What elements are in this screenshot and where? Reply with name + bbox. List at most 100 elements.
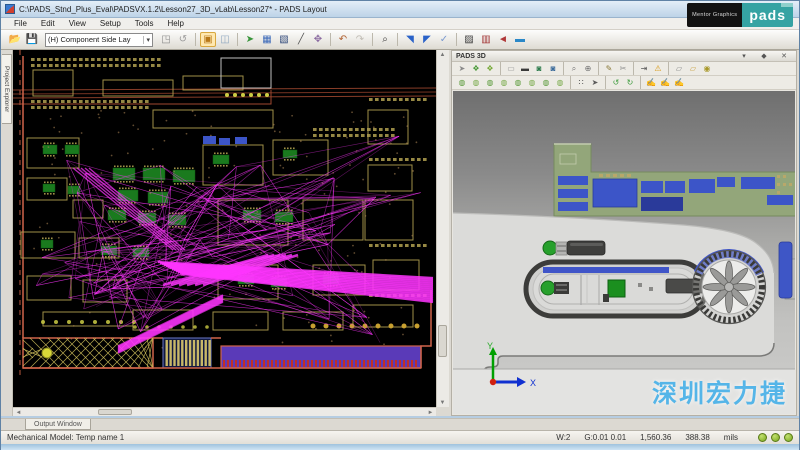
macro-icon[interactable]: ▥ [478, 32, 494, 47]
3d-scene: Y X [453, 91, 795, 414]
menu-file[interactable]: File [7, 19, 34, 28]
menu-edit[interactable]: Edit [34, 19, 62, 28]
layer-selector[interactable]: (H) Component Side Lay ▾ [45, 33, 153, 47]
toolbar-separator [397, 33, 398, 46]
3d-viewport[interactable]: Y X 深圳宏力捷 [453, 91, 795, 414]
app-icon [5, 4, 15, 14]
highlight-icon[interactable]: ◤ [419, 32, 435, 47]
fit-points-icon[interactable]: ∷ [574, 77, 588, 89]
capture-side-icon[interactable]: ✍ [658, 77, 672, 89]
zoom-window-icon[interactable]: ⌕ [567, 63, 581, 75]
pads-logo: pads [742, 3, 793, 27]
left-dock-strip: Project Explorer [1, 50, 13, 416]
move-mode-icon[interactable]: ✥ [310, 32, 326, 47]
open-icon[interactable]: 📂 [7, 32, 23, 47]
panel-menu-icon[interactable]: ▾ [736, 49, 752, 64]
rotate-ccw-icon[interactable]: ↺ [609, 77, 623, 89]
pads-logo-tab [781, 3, 793, 7]
add-route-icon[interactable]: ╱ [293, 32, 309, 47]
pin-icon[interactable]: ◆ [756, 49, 772, 64]
show-enclosure-icon[interactable]: ◙ [532, 63, 546, 75]
rotate-cw-icon[interactable]: ↻ [623, 77, 637, 89]
link-3d-icon[interactable]: ▬ [512, 32, 528, 47]
select-icon[interactable]: ➤ [455, 63, 469, 75]
layer-selector-arrow[interactable]: ▾ [143, 36, 150, 44]
status-led [784, 433, 793, 442]
view-iso-icon[interactable]: ◍ [539, 77, 553, 89]
view-front-icon[interactable]: ◍ [455, 77, 469, 89]
toolbar-separator [605, 76, 606, 89]
menu-help[interactable]: Help [160, 19, 190, 28]
menu-setup[interactable]: Setup [93, 19, 128, 28]
menu-tools[interactable]: Tools [128, 19, 161, 28]
board-top-view-icon[interactable]: ❖ [469, 63, 483, 75]
scroll-left-arrow[interactable]: ◄ [13, 408, 24, 417]
scroll-right-arrow[interactable]: ► [425, 408, 436, 417]
photoview-icon[interactable]: ▧ [276, 32, 292, 47]
measure-icon[interactable]: ✎ [602, 63, 616, 75]
snapshot-icon[interactable]: ▱ [686, 63, 700, 75]
toolbar-separator [195, 33, 196, 46]
undo-icon[interactable]: ↶ [335, 32, 351, 47]
toolbar-separator [500, 62, 501, 75]
dimensioning-toolbar-icon[interactable]: ◫ [217, 32, 233, 47]
window-bottom-border [1, 444, 799, 450]
scroll-down-arrow[interactable]: ▼ [437, 398, 448, 407]
status-units[interactable]: mils [724, 433, 738, 442]
status-indicators [758, 433, 793, 442]
capture-top-icon[interactable]: ✍ [644, 77, 658, 89]
scroll-up-arrow[interactable]: ▲ [437, 50, 448, 59]
pour-manager-icon[interactable]: ▨ [461, 32, 477, 47]
view-right-icon[interactable]: ◍ [497, 77, 511, 89]
capture-iso-icon[interactable]: ✍ [672, 77, 686, 89]
window-title: C:\PADS_Stnd_Plus_Eval\PADSVX.1.2\Lesson… [19, 5, 327, 14]
main-toolbar: 📂💾 (H) Component Side Lay ▾ ◳↺ ▣◫ ➤▦▧╱✥ ↶↷ ⌕… [1, 30, 799, 50]
view-top-icon[interactable]: ◍ [511, 77, 525, 89]
world-icon[interactable]: ◉ [700, 63, 714, 75]
show-models-icon[interactable]: ◙ [546, 63, 560, 75]
save-icon[interactable]: 💾 [24, 32, 40, 47]
selection-filter-icon[interactable]: ◥ [402, 32, 418, 47]
toolbar-separator [372, 33, 373, 46]
show-board-icon[interactable]: ▬ [518, 63, 532, 75]
verify-design-icon[interactable]: ✓ [436, 32, 452, 47]
view-rotate-icon[interactable]: ◍ [553, 77, 567, 89]
board-bottom-view-icon[interactable]: ❖ [483, 63, 497, 75]
vertical-scroll-thumb[interactable] [438, 325, 447, 357]
pointer-icon[interactable]: ➤ [588, 77, 602, 89]
horizontal-scroll-thumb[interactable] [98, 409, 132, 415]
zoom-fit-icon[interactable]: ⊕ [581, 63, 595, 75]
menu-view[interactable]: View [62, 19, 93, 28]
pcb-layout-pane: ▲ ▼ ◄ ► [13, 50, 449, 416]
clearance-check-icon[interactable]: ⇥ [637, 63, 651, 75]
view-bottom-icon[interactable]: ◍ [525, 77, 539, 89]
view-back-icon[interactable]: ◍ [469, 77, 483, 89]
collision-warning-icon[interactable]: ⚠ [651, 63, 665, 75]
measure-point-icon[interactable]: ✂ [616, 63, 630, 75]
design-toolbar-icon[interactable]: ▣ [200, 32, 216, 47]
close-icon[interactable]: ✕ [776, 49, 792, 64]
redo-icon[interactable]: ↷ [352, 32, 368, 47]
bga-toolbar-icon[interactable]: ▦ [259, 32, 275, 47]
pcb-horizontal-scrollbar[interactable]: ◄ ► [13, 407, 436, 416]
library-icon[interactable]: ◳ [158, 32, 174, 47]
main-area: Project Explorer ▲ ▼ ◄ ► PADS 3D ▾◆✕ ➤❖❖… [1, 50, 799, 416]
toolbar-separator [640, 76, 641, 89]
zoom-icon[interactable]: ⌕ [377, 32, 393, 47]
export-model-icon[interactable]: ▭ [504, 63, 518, 75]
view-left-icon[interactable]: ◍ [483, 77, 497, 89]
status-led [771, 433, 780, 442]
toolbar-separator [330, 33, 331, 46]
status-message: Mechanical Model: Temp name 1 [7, 433, 124, 442]
report-icon[interactable]: ▱ [672, 63, 686, 75]
pads-3d-header[interactable]: PADS 3D ▾◆✕ [452, 51, 796, 62]
status-coord-y: 388.38 [685, 433, 709, 442]
pcb-canvas[interactable] [13, 50, 436, 409]
output-window-tab[interactable]: Output Window [25, 419, 91, 430]
project-explorer-tab[interactable]: Project Explorer [2, 54, 12, 124]
help-pointer-icon[interactable]: ◄ [495, 32, 511, 47]
eco-toolbar-icon[interactable]: ➤ [242, 32, 258, 47]
eco-mode-icon[interactable]: ↺ [175, 32, 191, 47]
pcb-vertical-scrollbar[interactable]: ▲ ▼ [436, 50, 449, 407]
axis-y-label: Y [487, 341, 493, 351]
